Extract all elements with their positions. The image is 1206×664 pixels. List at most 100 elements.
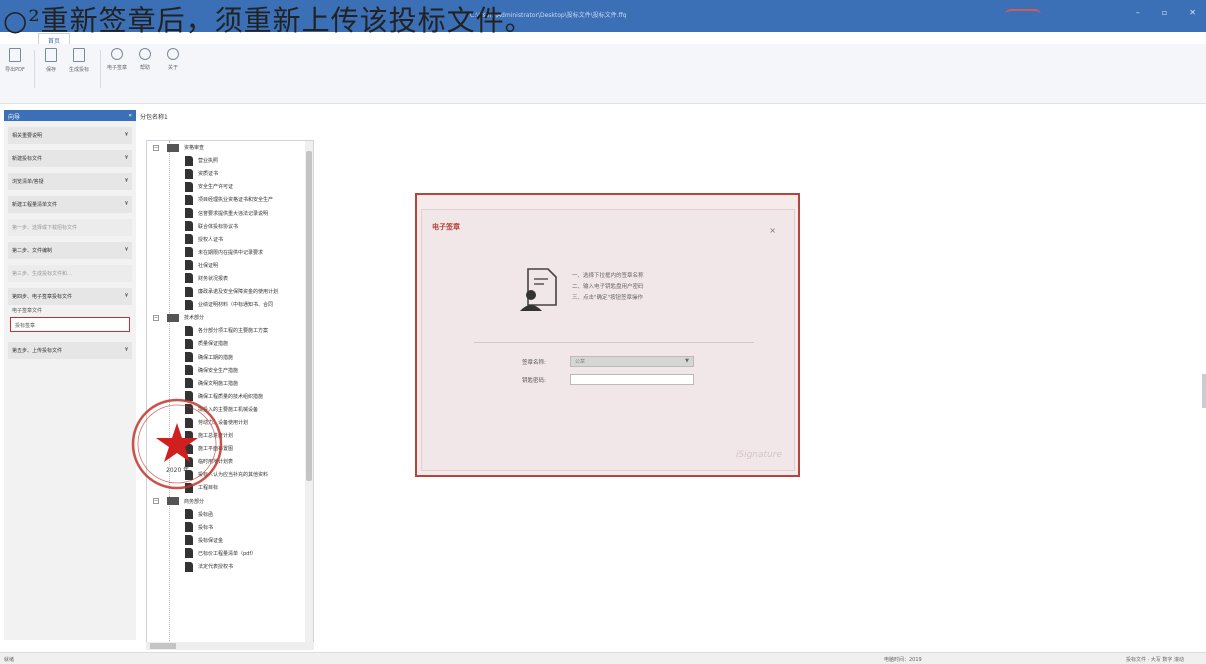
tree-file[interactable]: 信誉要求提供重大违法记录说明 — [147, 206, 313, 219]
tree-node-label: 信誉要求提供重大违法记录说明 — [198, 210, 269, 217]
tree-file[interactable]: 项目经理执业资格证书和安全生产 — [147, 193, 313, 206]
seal-name-select[interactable]: 公章 ▼ — [570, 356, 694, 367]
nav-item-new-bill[interactable]: 新建工程量清单文件 ¥ — [8, 196, 132, 213]
tree-file[interactable]: 投标函 — [147, 508, 313, 521]
ribbon-group-tools: 电子签章 帮助 关于 — [106, 48, 184, 71]
tree-file[interactable]: 确保文明施工措施 — [147, 377, 313, 390]
tree-vertical-scrollbar[interactable] — [305, 141, 313, 647]
tree-file[interactable]: 法定代表授权书 — [147, 560, 313, 573]
tree-node-label: 确保工期的措施 — [198, 354, 234, 361]
file-icon — [185, 535, 193, 546]
status-indicators: 投标文件 · 大写 数字 滚动 — [1126, 657, 1184, 663]
password-input[interactable] — [570, 374, 694, 385]
tree-node-label: 确保安全生产措施 — [198, 367, 239, 374]
tree-file[interactable]: 营业执照 — [147, 154, 313, 167]
folder-icon — [167, 497, 179, 506]
tree-node-label: 质量保证措施 — [198, 341, 229, 348]
stamp-icon — [111, 48, 123, 60]
tree-node-label: 未在期限内在提供中记录要求 — [198, 249, 264, 256]
export-pdf-button[interactable]: 导出PDF — [4, 48, 26, 73]
nav-item-label: 浏览清单/答疑 — [12, 179, 44, 185]
tree-file[interactable]: 安全生产许可证 — [147, 180, 313, 193]
e-signature-dialog: 电子签章 × 一、选择下拉框内的签章名称 二、输入电子钥匙盘用户密码 三、点击"… — [415, 193, 800, 477]
tree-horizontal-scrollbar[interactable] — [146, 642, 314, 650]
tree-file[interactable]: 已标价工程量清单（pdf） — [147, 547, 313, 560]
generate-bid-label: 生成投标 — [68, 67, 89, 73]
tree-node-label: 联合体投标协议书 — [198, 223, 239, 230]
nav-item-step2[interactable]: 第二步、文件编制 ¥ — [8, 242, 132, 259]
tree-folder[interactable]: − 商务部分 — [147, 495, 313, 508]
step-1: 一、选择下拉框内的签章名称 — [572, 273, 644, 279]
nav-item-new-bid[interactable]: 新建投标文件 ¥ — [8, 150, 132, 167]
nav-item-step5[interactable]: 第五步、上传投标文件 ¥ — [8, 342, 132, 359]
tree-file[interactable]: 投标保证金 — [147, 534, 313, 547]
expand-toggle-icon[interactable]: − — [153, 144, 159, 151]
nav-header: 向导 « — [4, 110, 136, 121]
tree-node-label: 法定代表授权书 — [198, 564, 234, 571]
dialog-close-button[interactable]: × — [769, 226, 776, 235]
collapse-nav-button[interactable]: « — [128, 112, 132, 119]
nav-subitem-bid-signature[interactable]: 投标签章 — [10, 317, 130, 332]
tree-file[interactable]: 资质证书 — [147, 167, 313, 180]
tree-file[interactable]: 社保证明 — [147, 259, 313, 272]
save-icon — [45, 48, 57, 62]
tree-file[interactable]: 未在期限内在提供中记录要求 — [147, 246, 313, 259]
nav-item-label: 第四步、电子签章投标文件 — [12, 294, 73, 300]
dropdown-arrow-icon: ▼ — [685, 358, 689, 364]
tree-node-label: 安全生产许可证 — [198, 184, 234, 191]
folder-icon — [167, 143, 179, 152]
tree-file[interactable]: 确保工期的措施 — [147, 351, 313, 364]
side-panel-handle[interactable] — [1202, 374, 1206, 408]
nav-item-notes[interactable]: 相关重要说明 ¥ — [8, 127, 132, 144]
file-icon — [185, 181, 193, 192]
nav-item-label: 第五步、上传投标文件 — [12, 348, 63, 354]
expand-toggle-icon[interactable]: − — [153, 498, 159, 505]
tree-node-label: 业绩证明材料（中标通知书、合同 — [198, 302, 274, 309]
chevron-down-icon: ¥ — [124, 178, 128, 184]
document-tree-panel: 分包名称1 − 资格审查 营业执照 资质证书 安全生产许可证 项目经理执业资格证书和安全生… — [138, 110, 324, 650]
tree-node-label: 项目经理执业资格证书和安全生产 — [198, 197, 274, 204]
about-button[interactable]: 关于 — [162, 48, 184, 71]
ribbon-separator — [100, 50, 101, 88]
tree-node-label: 授权人证书 — [198, 236, 224, 243]
file-icon — [185, 561, 193, 572]
chevron-down-icon: ¥ — [124, 155, 128, 161]
help-button[interactable]: 帮助 — [134, 48, 156, 71]
password-label: 钥匙密码: — [522, 378, 546, 384]
tree-file[interactable]: 业绩证明材料（中标通知书、合同 — [147, 298, 313, 311]
tree-node-label: 廉政承诺及安全保障资金的使用计划 — [198, 289, 279, 296]
tree-file[interactable]: 联合体投标协议书 — [147, 220, 313, 233]
tree-node-label: 资格审查 — [184, 145, 205, 152]
tree-file[interactable]: 确保安全生产措施 — [147, 364, 313, 377]
tree-file[interactable]: 投标书 — [147, 521, 313, 534]
tree-node-label: 资质证书 — [198, 171, 219, 178]
scroll-thumb[interactable] — [306, 151, 312, 481]
scroll-thumb[interactable] — [150, 643, 176, 649]
isignature-watermark: iSignature — [735, 450, 782, 460]
e-signature-button[interactable]: 电子签章 — [106, 48, 128, 71]
expand-toggle-icon[interactable]: − — [153, 314, 159, 321]
file-icon — [185, 234, 193, 245]
tree-folder[interactable]: − 资格审查 — [147, 141, 313, 154]
close-window-button[interactable]: ✕ — [1189, 8, 1196, 17]
tree-file[interactable]: 财务状况报表 — [147, 272, 313, 285]
nav-item-step3[interactable]: 第三步、生成投标文件和… — [8, 265, 132, 282]
minimize-button[interactable]: – — [1136, 8, 1140, 17]
maximize-button[interactable]: ▫ — [1162, 8, 1167, 17]
document-tree: − 资格审查营业执照资质证书安全生产许可证项目经理执业资格证书和安全生产 信誉要求提… — [146, 140, 314, 648]
file-icon — [185, 509, 193, 520]
file-icon — [185, 155, 193, 166]
nav-subitem-sign-file[interactable]: 电子签章文件 — [4, 305, 136, 316]
tree-file[interactable]: 廉政承诺及安全保障资金的使用计划 — [147, 285, 313, 298]
tree-file[interactable]: 授权人证书 — [147, 233, 313, 246]
nav-item-step1[interactable]: 第一步、选择或下载招标文件 — [8, 219, 132, 236]
save-button[interactable]: 保存 — [40, 48, 62, 73]
generate-bid-button[interactable]: 生成投标 — [68, 48, 90, 73]
tree-folder[interactable]: − 技术部分 — [147, 311, 313, 324]
file-icon — [185, 378, 193, 389]
nav-item-browse-qa[interactable]: 浏览清单/答疑 ¥ — [8, 173, 132, 190]
tree-file[interactable]: 质量保证措施 — [147, 337, 313, 350]
file-icon — [185, 168, 193, 179]
nav-item-step4[interactable]: 第四步、电子签章投标文件 ¥ — [8, 288, 132, 305]
tree-file[interactable]: 各分部分项工程的主要施工方案 — [147, 324, 313, 337]
